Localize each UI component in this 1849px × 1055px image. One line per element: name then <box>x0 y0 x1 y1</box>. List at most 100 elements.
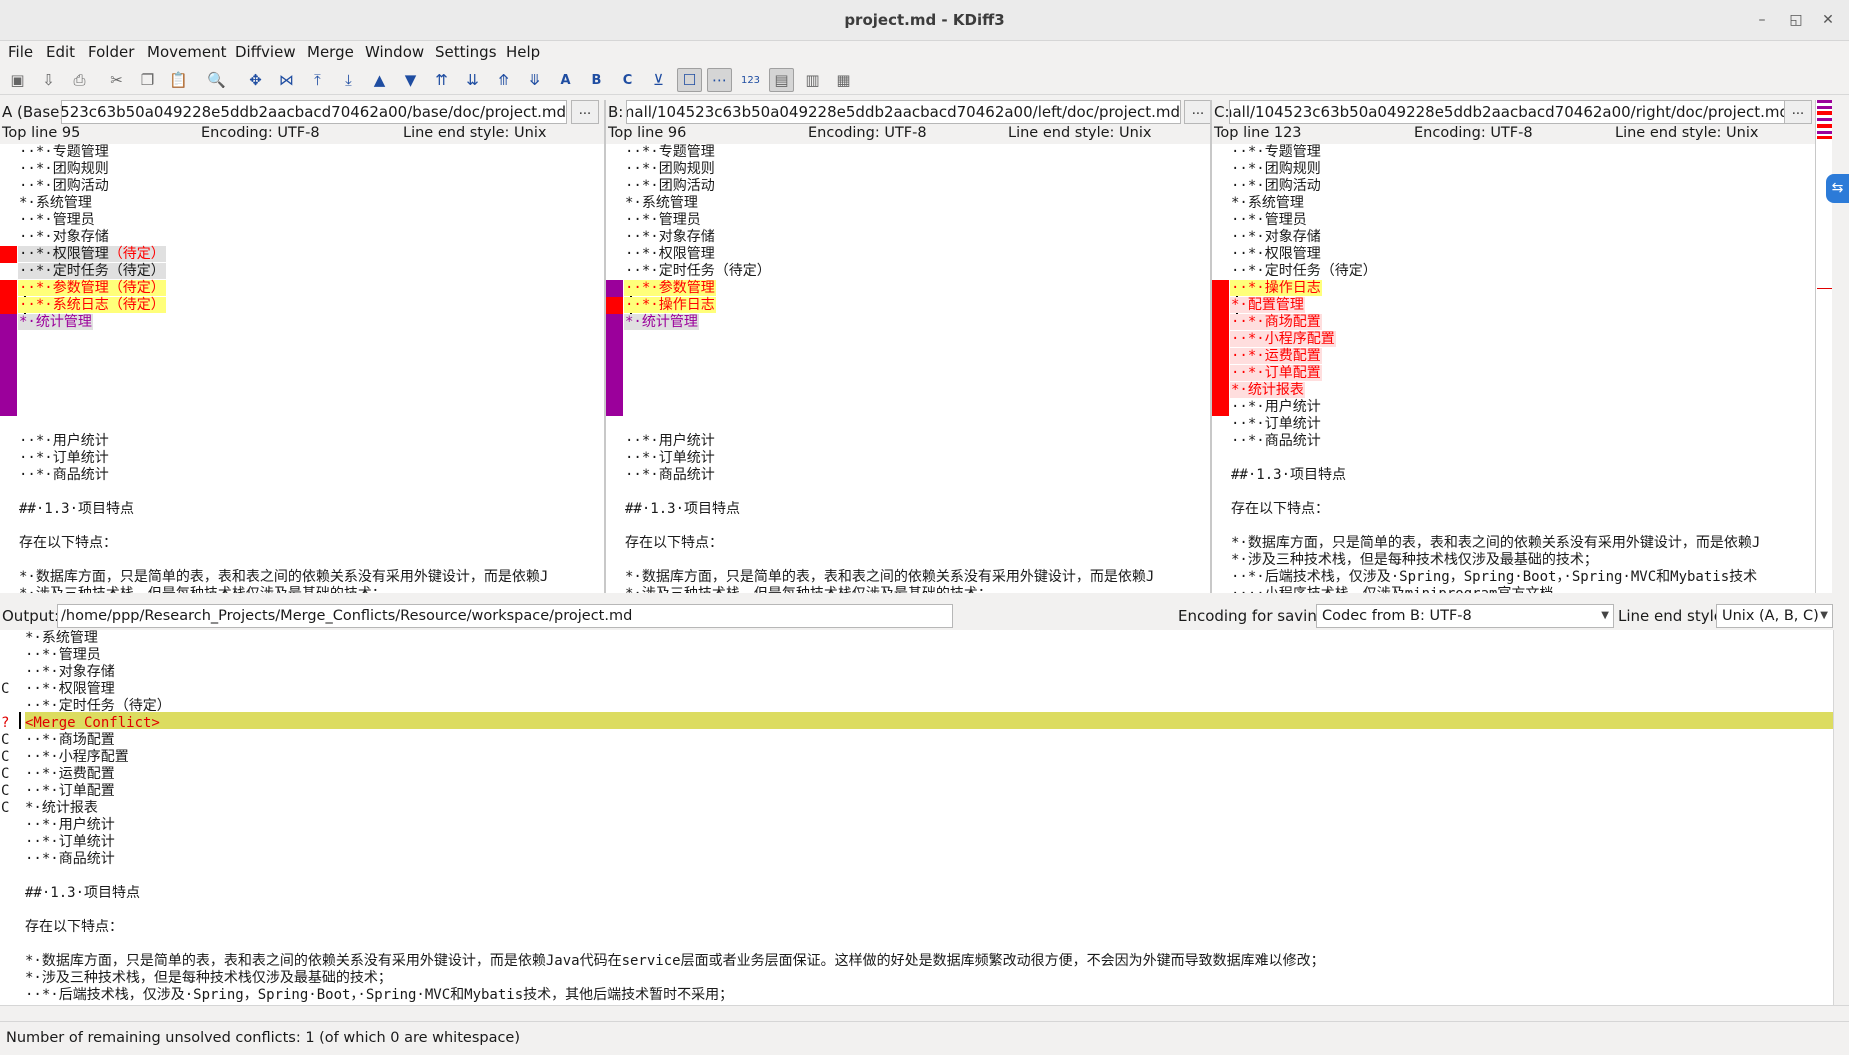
select-c-icon[interactable]: C <box>615 68 640 92</box>
show-whitespace-icon[interactable]: ☐ <box>677 68 702 92</box>
output-text-view[interactable]: C? C C C C C *·系统管理 ··*·管理员 ··*·对象存储 ··*·权限管理 ··*… <box>0 630 1833 1005</box>
pane-a-line <box>18 484 20 501</box>
encoding-select[interactable]: Codec from B: UTF-8 ▼ <box>1316 604 1614 628</box>
go-current-icon[interactable]: ✥ <box>243 68 268 92</box>
pane-b-line <box>624 552 626 569</box>
line-end-style-label: Line end style: <box>1618 607 1729 625</box>
go-next-conflict-icon[interactable]: ⇈ <box>429 68 454 92</box>
cut-icon[interactable]: ✂ <box>104 68 129 92</box>
output-line: ··*·商品统计 <box>25 851 115 867</box>
find-icon[interactable]: 🔍 <box>204 68 229 92</box>
show-whitespace-chars-icon[interactable]: ⋯ <box>707 68 732 92</box>
output-line: ··*·商场配置 <box>25 732 115 748</box>
pane-b-line: ··*·权限管理 <box>625 246 715 262</box>
output-line: ··*·权限管理 <box>25 681 115 697</box>
pane-a-path-field[interactable]: all/104523c63b50a049228e5ddb2aacbacd7046… <box>61 100 567 124</box>
pane-a-browse-button[interactable]: ... <box>571 100 599 124</box>
menu-movement[interactable]: Movement <box>147 43 226 61</box>
menu-file[interactable]: File <box>8 43 33 61</box>
menu-help[interactable]: Help <box>506 43 540 61</box>
line-end-select[interactable]: Unix (A, B, C) ▼ <box>1716 604 1833 628</box>
chevron-down-icon: ▼ <box>1820 610 1828 621</box>
print-icon[interactable]: ⎙ <box>67 68 92 92</box>
pane-a-line <box>18 331 20 348</box>
pane-c-label: C: <box>1214 103 1230 121</box>
go-prev-conflict-icon[interactable]: ▼ <box>398 68 423 92</box>
menu-window[interactable]: Window <box>365 43 424 61</box>
output-vertical-scrollbar[interactable] <box>1833 630 1849 1005</box>
menu-edit[interactable]: Edit <box>46 43 75 61</box>
horizontal-split-icon[interactable]: ▥ <box>800 68 825 92</box>
notification-bubble-icon[interactable]: ⇆ <box>1826 174 1849 203</box>
pane-c-line <box>1230 450 1232 467</box>
menu-diffview[interactable]: Diffview <box>235 43 296 61</box>
pane-a-line: *·统计管理 <box>18 314 93 330</box>
output-gutter-mark: ? <box>1 715 10 731</box>
pane-c-text-view[interactable]: ··*·专题管理 ··*·团购规则 ··*·团购活动 *·系统管理 ··*·管理员 ··*… <box>1212 144 1815 593</box>
output-line: ##·1.3·项目特点 <box>25 885 141 901</box>
diff-horizontal-scrollbar[interactable] <box>0 593 1815 604</box>
go-last-icon[interactable]: ⤋ <box>522 68 547 92</box>
go-prev-unsolved-icon[interactable]: ⇊ <box>460 68 485 92</box>
pane-c-code: ··*·专题管理 ··*·团购规则 ··*·团购活动 *·系统管理 ··*·管理员 ··*… <box>1230 144 1815 593</box>
pane-a-line <box>18 382 20 399</box>
select-b-icon[interactable]: B <box>584 68 609 92</box>
paste-icon[interactable]: 📋 <box>166 68 191 92</box>
output-horizontal-scrollbar[interactable] <box>0 1005 1849 1021</box>
open-icon[interactable]: ▣ <box>5 68 30 92</box>
pane-c-encoding: Encoding: UTF-8 <box>1414 125 1533 141</box>
output-path-field[interactable]: /home/ppp/Research_Projects/Merge_Confli… <box>57 604 953 628</box>
pane-b-line <box>624 416 626 433</box>
go-top-icon[interactable]: ⋈ <box>274 68 299 92</box>
menu-merge[interactable]: Merge <box>307 43 354 61</box>
pane-b-browse-button[interactable]: ... <box>1184 100 1212 124</box>
pane-a-line <box>18 348 20 365</box>
select-a-icon[interactable]: A <box>553 68 578 92</box>
pane-a-line: ··*·定时任务（待定） <box>18 263 166 279</box>
pane-a-text-view[interactable]: ··*·专题管理 ··*·团购规则 ··*·团购活动 *·系统管理 ··*·管理员 ··*… <box>0 144 604 593</box>
pane-c-header: C: s/litemall/104523c63b50a049228e5ddb2a… <box>1212 100 1815 124</box>
line-numbers-icon[interactable]: 123 <box>738 68 763 92</box>
pane-b-line-end: Line end style: Unix <box>1008 125 1152 141</box>
go-bottom-icon[interactable]: ⤒ <box>305 68 330 92</box>
maximize-icon[interactable]: ◱ <box>1785 9 1807 31</box>
pane-b-line: *·系统管理 <box>625 195 698 211</box>
copy-icon[interactable]: ❐ <box>135 68 160 92</box>
minimize-icon[interactable]: – <box>1751 9 1773 31</box>
close-icon[interactable]: ✕ <box>1817 9 1839 31</box>
output-code: *·系统管理 ··*·管理员 ··*·对象存储 ··*·权限管理 ··*·定时任务（待定… <box>25 630 1833 1005</box>
go-next-delta-icon[interactable]: ▲ <box>367 68 392 92</box>
pane-b-top-line: Top line 96 <box>608 125 687 141</box>
menu-bar: File Edit Folder Movement Diffview Merge… <box>0 41 1849 65</box>
pane-c-path-field[interactable]: s/litemall/104523c63b50a049228e5ddb2aacb… <box>1229 100 1790 124</box>
menu-settings[interactable]: Settings <box>435 43 497 61</box>
pane-a-line: ##·1.3·项目特点 <box>19 501 135 517</box>
go-prev-delta-icon[interactable]: ⤓ <box>336 68 361 92</box>
output-line: *·统计报表 <box>25 800 98 816</box>
pane-a-line: ··*·管理员 <box>19 212 95 228</box>
pane-b-path-field[interactable]: s/litemall/104523c63b50a049228e5ddb2aacb… <box>626 100 1181 124</box>
go-next-unsolved-icon[interactable]: ⤊ <box>491 68 516 92</box>
pane-c-line: *·统计报表 <box>1230 382 1305 398</box>
pane-c-browse-button[interactable]: ... <box>1784 100 1812 124</box>
pane-b-text-view[interactable]: ··*·专题管理 ··*·团购规则 ··*·团购活动 *·系统管理 ··*·管理员 ··*… <box>606 144 1210 593</box>
merge-conflict-marker: <Merge Conflict> <box>25 715 160 731</box>
pane-c-line: ··*·订单统计 <box>1231 416 1321 432</box>
auto-advance-icon[interactable]: ⊻ <box>646 68 671 92</box>
pane-c-line: ··*·团购规则 <box>1231 161 1321 177</box>
output-gutter-mark: C <box>1 749 10 765</box>
split-view-icon[interactable]: ▤ <box>769 68 794 92</box>
save-icon[interactable]: ⇩ <box>36 68 61 92</box>
menu-folder[interactable]: Folder <box>88 43 134 61</box>
pane-a-line: *·涉及三种技术栈，但是每种技术栈仅涉及最基础的技术； <box>18 586 387 593</box>
output-header: Output: /home/ppp/Research_Projects/Merg… <box>0 604 1849 628</box>
output-gutter: C? C C C C C <box>0 630 22 1005</box>
toggle-view-icon[interactable]: ▦ <box>831 68 856 92</box>
pane-b-line: ··*·参数管理 <box>624 280 716 296</box>
pane-b-line <box>624 365 626 382</box>
pane-b-encoding: Encoding: UTF-8 <box>808 125 927 141</box>
pane-b-header: B: s/litemall/104523c63b50a049228e5ddb2a… <box>606 100 1212 124</box>
pane-b-line: *·涉及三种技术栈，但是每种技术栈仅涉及最基础的技术； <box>624 586 993 593</box>
pane-c-line: ··*·对象存储 <box>1231 229 1321 245</box>
output-line: ··*·订单配置 <box>25 783 115 799</box>
